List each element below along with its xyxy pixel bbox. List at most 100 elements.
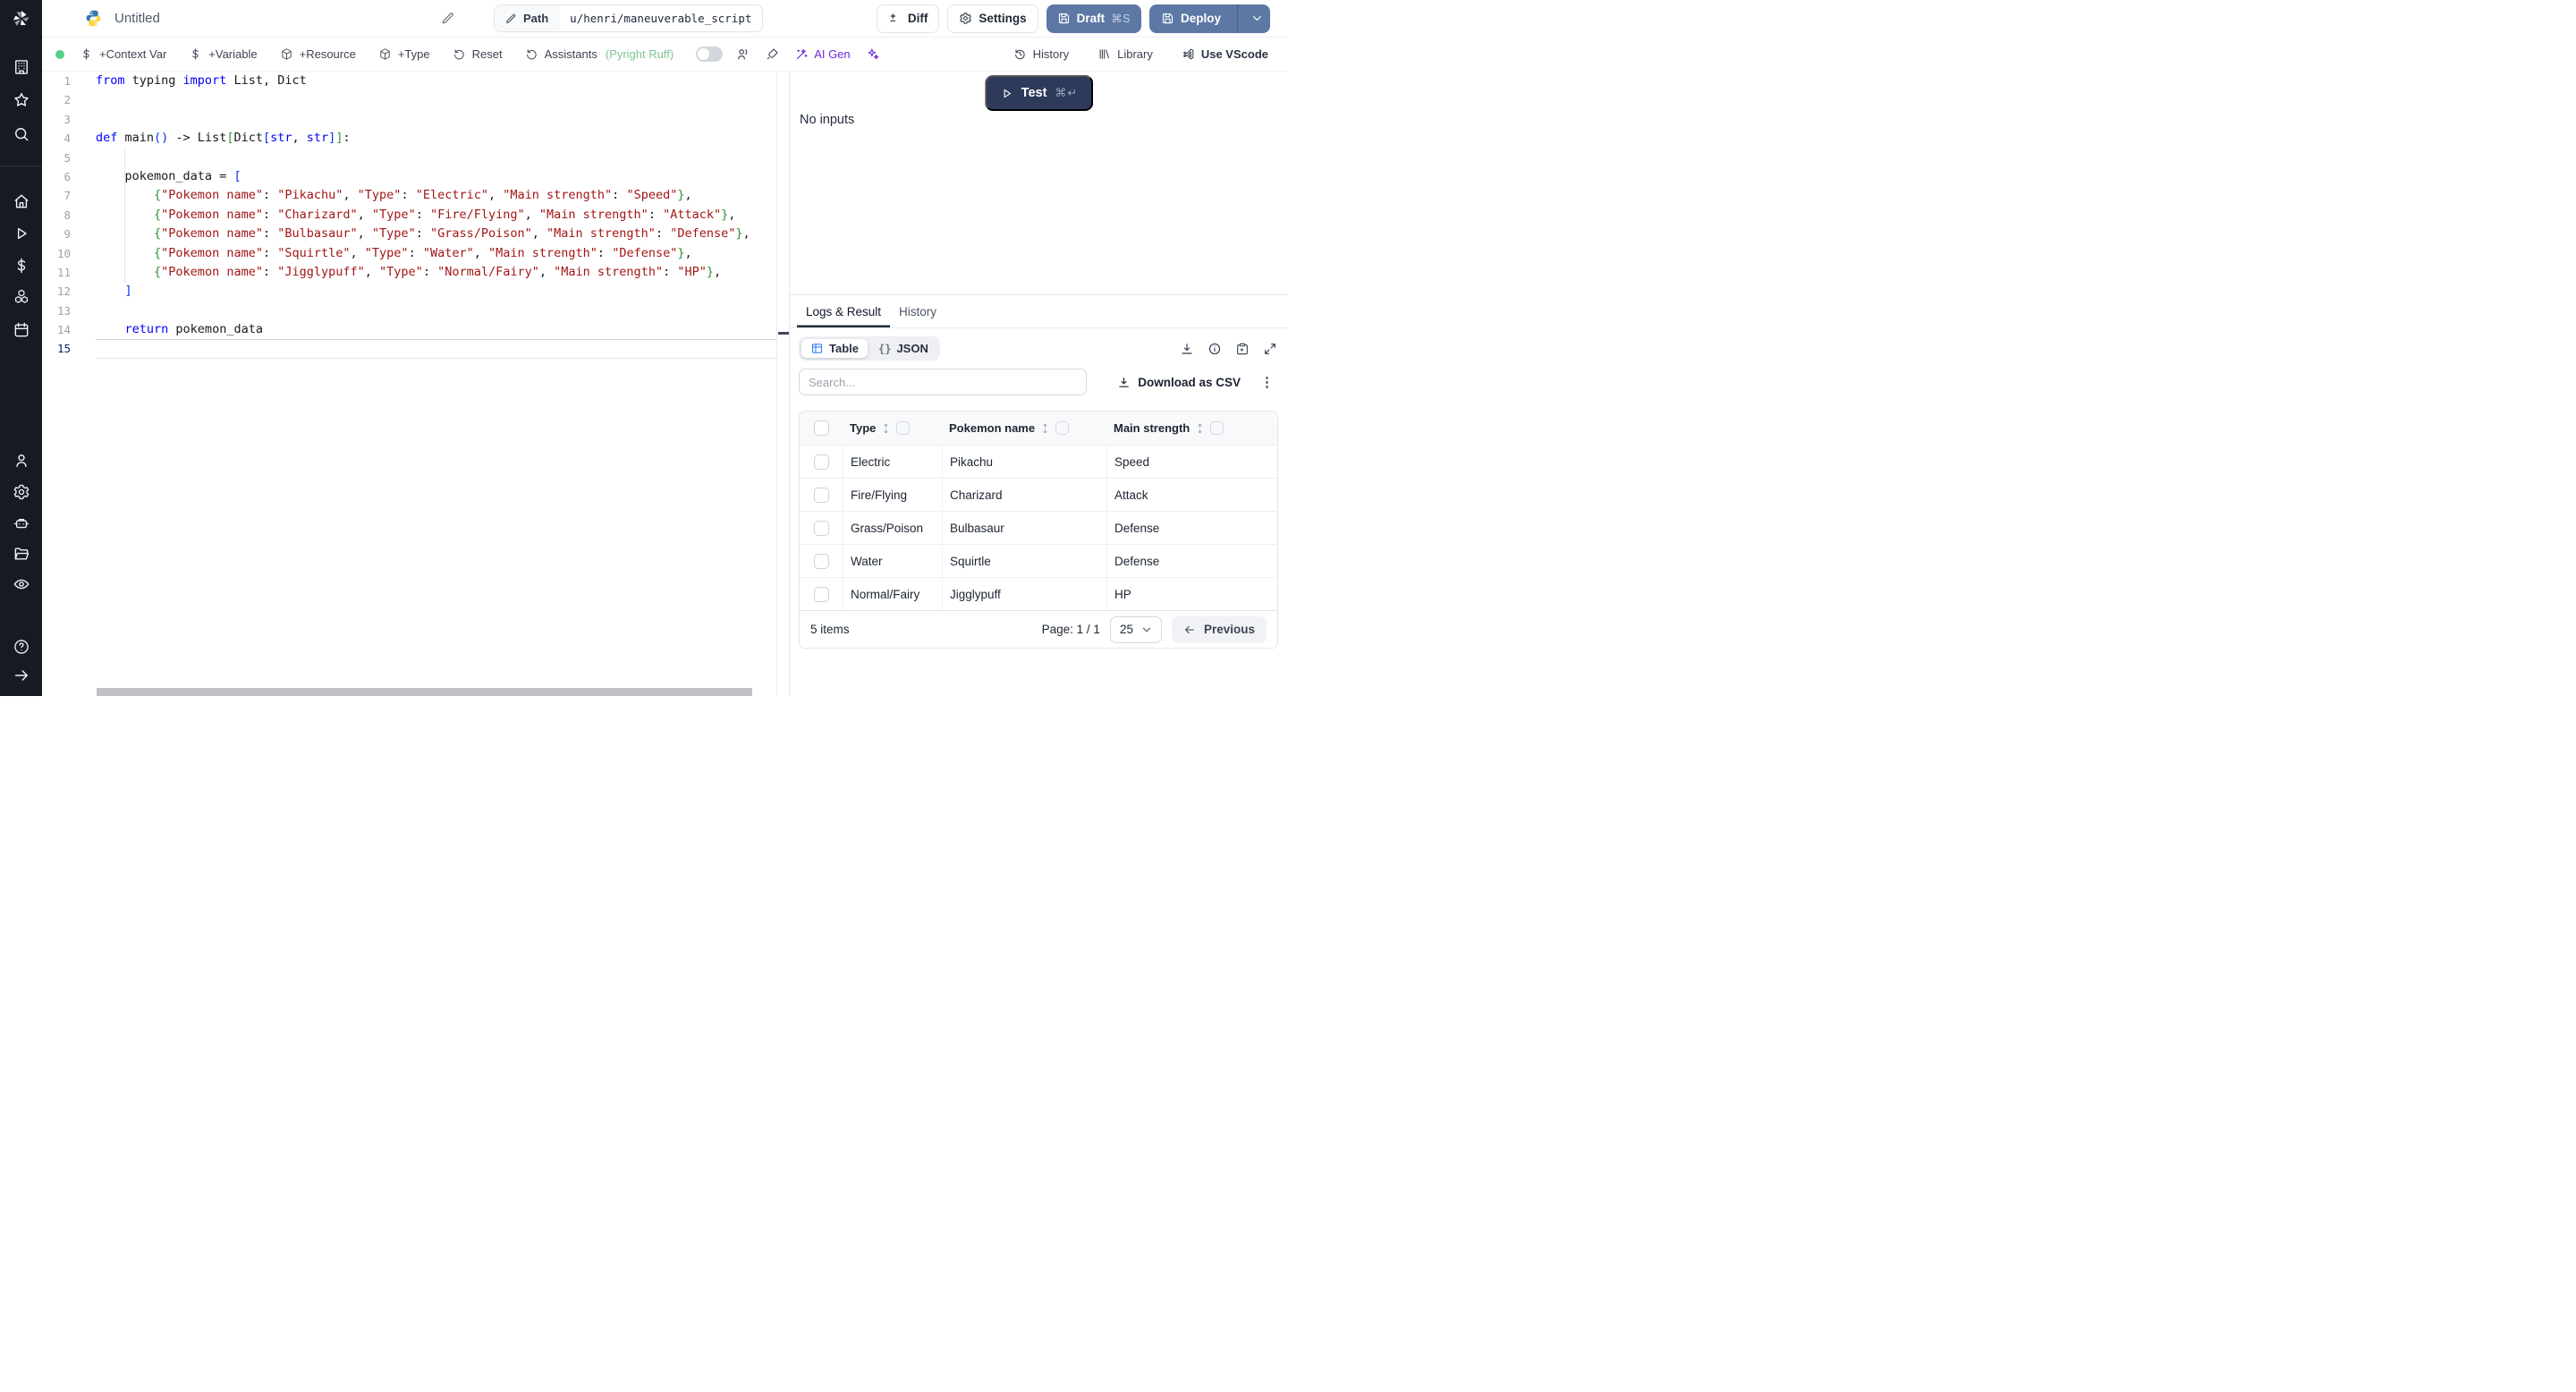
reset-button[interactable]: Reset xyxy=(453,47,503,61)
history-button[interactable]: History xyxy=(1013,47,1069,61)
code-line[interactable]: 4 def main() -> List[Dict[str, str]]: xyxy=(42,129,776,148)
code-line[interactable]: 13 xyxy=(42,301,776,320)
copy-clipboard-icon[interactable] xyxy=(1235,342,1250,356)
table-row[interactable]: Normal/Fairy Jigglypuff HP xyxy=(800,577,1277,610)
tab-logs-result[interactable]: Logs & Result xyxy=(797,295,890,327)
rotate-icon xyxy=(526,49,537,60)
tab-history[interactable]: History xyxy=(890,295,945,327)
sort-icon[interactable] xyxy=(1040,422,1050,435)
settings-gear-icon[interactable] xyxy=(13,483,30,501)
deploy-dropdown[interactable] xyxy=(1244,4,1270,33)
schedules-calendar-icon[interactable] xyxy=(13,321,30,339)
sparkles-icon[interactable] xyxy=(865,47,880,62)
table-row[interactable]: Electric Pikachu Speed xyxy=(800,445,1277,478)
select-all-checkbox[interactable] xyxy=(813,420,829,436)
download-icon[interactable] xyxy=(1180,342,1194,356)
previous-page-button[interactable]: Previous xyxy=(1171,615,1267,643)
row-checkbox[interactable] xyxy=(813,553,829,569)
download-csv-button[interactable]: Download as CSV xyxy=(1117,376,1241,389)
audit-eye-icon[interactable] xyxy=(13,575,30,593)
table-row[interactable]: Fire/Flying Charizard Attack xyxy=(800,478,1277,511)
deploy-button[interactable]: Deploy xyxy=(1148,4,1270,33)
row-checkbox[interactable] xyxy=(813,520,829,536)
workers-robot-icon[interactable] xyxy=(13,514,30,532)
users-presence-icon[interactable] xyxy=(735,47,750,62)
path-button[interactable]: Path u/henri/maneuverable_script xyxy=(494,4,764,32)
top-bar: Untitled Path u/henri/maneuverable_scrip… xyxy=(42,0,1288,38)
code-line[interactable]: 6 pokemon_data = [ xyxy=(42,167,776,186)
assistants-button[interactable]: Assistants (Pyright Ruff) xyxy=(525,47,674,61)
code-lines: 1 from typing import List, Dict 2 3 4 def mai… xyxy=(42,72,789,360)
search-icon[interactable] xyxy=(13,125,30,143)
code-line[interactable]: 10 {"Pokemon name": "Squirtle", "Type": … xyxy=(42,244,776,263)
line-number: 12 xyxy=(56,284,71,299)
sort-icon[interactable] xyxy=(881,422,891,435)
code-line[interactable]: 3 xyxy=(42,110,776,129)
test-button[interactable]: Test ⌘↵ xyxy=(984,75,1094,111)
page-size-select[interactable]: 25 xyxy=(1109,615,1162,643)
line-number: 14 xyxy=(56,323,71,337)
code-line[interactable]: 15 xyxy=(42,339,789,360)
library-icon xyxy=(1099,49,1109,59)
add-context-var-button[interactable]: +Context Var xyxy=(80,47,166,61)
column-option-box[interactable] xyxy=(1055,421,1070,435)
expand-icon[interactable] xyxy=(1263,342,1277,356)
code-line[interactable]: 12 ] xyxy=(42,282,776,301)
multiplayer-toggle[interactable] xyxy=(696,47,724,62)
code-line[interactable]: 2 xyxy=(42,90,776,109)
windmill-script-editor: Untitled Path u/henri/maneuverable_scrip… xyxy=(0,0,1288,696)
add-type-button[interactable]: +Type xyxy=(378,47,430,61)
inputs-section: Test ⌘↵ No inputs xyxy=(790,72,1288,295)
variables-dollar-icon[interactable] xyxy=(13,257,30,275)
windmill-logo[interactable] xyxy=(0,0,42,38)
code-line[interactable]: 7 {"Pokemon name": "Pikachu", "Type": "E… xyxy=(42,186,776,205)
diff-icon xyxy=(890,13,895,21)
format-brush-icon[interactable] xyxy=(765,47,780,62)
code-line[interactable]: 5 xyxy=(42,149,776,167)
column-header-type: Type xyxy=(850,421,877,435)
kebab-menu[interactable]: ⋮ xyxy=(1260,376,1274,389)
editor-overview-ruler[interactable] xyxy=(776,72,789,696)
edit-summary-pencil-icon[interactable] xyxy=(440,11,455,26)
settings-button[interactable]: Settings xyxy=(947,4,1038,33)
resources-cubes-icon[interactable] xyxy=(13,288,30,306)
add-resource-button[interactable]: +Resource xyxy=(280,47,356,61)
table-row[interactable]: Water Squirtle Defense xyxy=(800,544,1277,577)
horizontal-scrollbar[interactable] xyxy=(97,688,752,696)
result-tabbar: Logs & Result History xyxy=(790,295,1288,328)
sort-icon[interactable] xyxy=(1195,422,1205,435)
table-row[interactable]: Grass/Poison Bulbasaur Defense xyxy=(800,511,1277,544)
diff-button[interactable]: Diff xyxy=(876,4,940,33)
code-line[interactable]: 14 return pokemon_data xyxy=(42,320,776,339)
code-line[interactable]: 11 {"Pokemon name": "Jigglypuff", "Type"… xyxy=(42,263,776,282)
home-icon[interactable] xyxy=(13,192,30,210)
draft-button[interactable]: Draft ⌘S xyxy=(1046,4,1141,33)
row-checkbox[interactable] xyxy=(813,586,829,602)
view-table-button[interactable]: Table xyxy=(801,339,868,358)
column-option-box[interactable] xyxy=(1210,421,1224,435)
result-table: Type Pokemon name Main strength Electric… xyxy=(799,411,1278,649)
star-icon[interactable] xyxy=(13,91,30,109)
use-vscode-button[interactable]: Use VScode xyxy=(1182,47,1268,61)
result-search-input[interactable] xyxy=(799,369,1087,395)
view-json-button[interactable]: {} JSON xyxy=(869,339,937,358)
folders-icon[interactable] xyxy=(13,545,30,563)
help-icon[interactable] xyxy=(13,638,30,656)
row-checkbox[interactable] xyxy=(813,454,829,470)
building-icon[interactable] xyxy=(13,58,30,76)
ai-gen-button[interactable]: AI Gen xyxy=(794,47,851,62)
runs-play-icon[interactable] xyxy=(13,225,30,242)
code-line[interactable]: 1 from typing import List, Dict xyxy=(42,72,776,90)
expand-arrow-icon[interactable] xyxy=(13,666,30,684)
add-variable-button[interactable]: +Variable xyxy=(189,47,258,61)
script-title[interactable]: Untitled xyxy=(114,11,160,26)
column-option-box[interactable] xyxy=(896,421,911,435)
user-icon[interactable] xyxy=(13,452,30,470)
code-editor[interactable]: 1 from typing import List, Dict 2 3 4 def mai… xyxy=(42,72,789,696)
row-checkbox[interactable] xyxy=(813,487,829,503)
code-line[interactable]: 8 {"Pokemon name": "Charizard", "Type": … xyxy=(42,206,776,225)
library-button[interactable]: Library xyxy=(1097,47,1153,61)
code-line[interactable]: 9 {"Pokemon name": "Bulbasaur", "Type": … xyxy=(42,225,776,243)
info-icon[interactable] xyxy=(1208,342,1222,356)
